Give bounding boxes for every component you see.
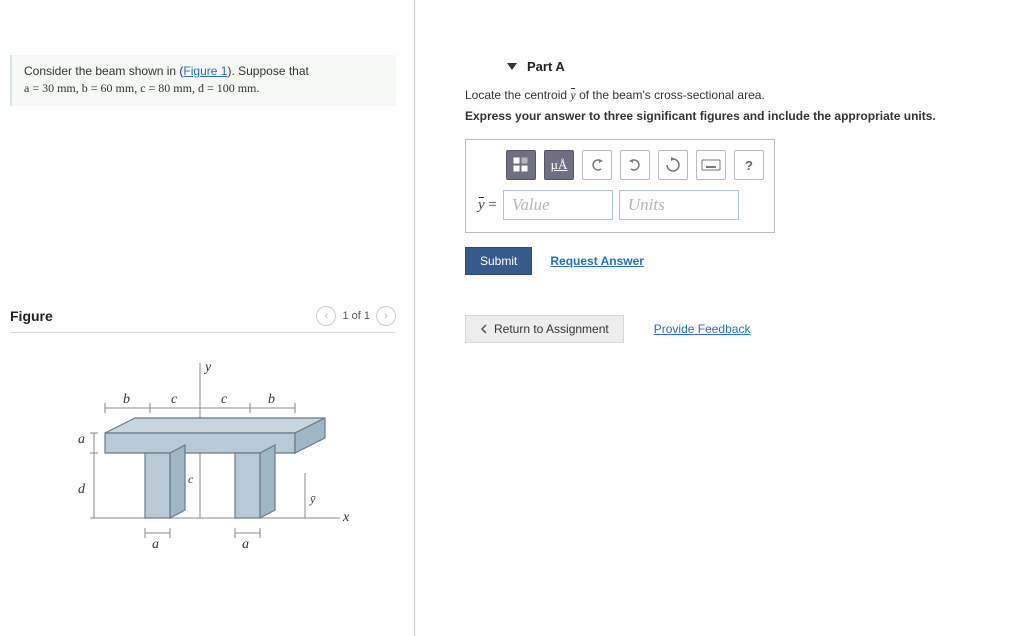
help-button[interactable]: ? (734, 150, 764, 180)
dim-a-flange: a (78, 432, 85, 447)
template-icon (512, 156, 530, 174)
collapse-icon[interactable] (507, 63, 517, 70)
figure-prev-button[interactable]: ‹ (316, 306, 336, 326)
figure-link[interactable]: Figure 1 (183, 64, 227, 78)
keyboard-icon (701, 158, 721, 172)
problem-prefix: Consider the beam shown in ( (24, 64, 183, 78)
undo-icon (589, 158, 605, 172)
submit-button[interactable]: Submit (465, 247, 532, 275)
keyboard-button[interactable] (696, 150, 726, 180)
locate-instruction: Locate the centroid y of the beam's cros… (465, 88, 1014, 103)
reset-icon (665, 157, 681, 173)
dim-c-center: c (188, 472, 194, 486)
provide-feedback-link[interactable]: Provide Feedback (654, 322, 751, 336)
request-answer-link[interactable]: Request Answer (550, 254, 644, 268)
chevron-left-icon (480, 324, 488, 334)
return-to-assignment-button[interactable]: Return to Assignment (465, 315, 624, 343)
dim-a-web-left: a (152, 537, 159, 552)
redo-button[interactable] (620, 150, 650, 180)
problem-params: a = 30 mm, b = 60 mm, c = 80 mm, d = 100… (24, 81, 259, 95)
dim-d: d (78, 482, 86, 497)
units-symbol-button[interactable]: µÅ (544, 150, 574, 180)
figure-title: Figure (10, 308, 53, 324)
units-input[interactable]: Units (619, 190, 739, 220)
dim-b-right: b (268, 392, 275, 407)
dim-c-left: c (171, 392, 178, 407)
part-a-header: Part A (527, 59, 565, 74)
problem-suffix: ). Suppose that (227, 64, 308, 78)
axis-x-label: x (342, 510, 350, 525)
figure-next-button[interactable]: › (376, 306, 396, 326)
figure-pager: 1 of 1 (342, 310, 370, 322)
dim-b-left: b (123, 392, 130, 407)
redo-icon (627, 158, 643, 172)
axis-y-label: y (203, 360, 212, 375)
value-input[interactable]: Value (503, 190, 613, 220)
figure-image: y x b c c b (10, 333, 396, 576)
dim-a-web-right: a (242, 537, 249, 552)
template-button[interactable] (506, 150, 536, 180)
reset-button[interactable] (658, 150, 688, 180)
equation-label: y = (478, 197, 497, 214)
undo-button[interactable] (582, 150, 612, 180)
problem-statement: Consider the beam shown in (Figure 1). S… (10, 55, 396, 106)
express-instruction: Express your answer to three significant… (465, 109, 1014, 123)
dim-c-right: c (221, 392, 228, 407)
dim-ybar: ȳ (309, 492, 316, 506)
answer-box: µÅ (465, 139, 775, 233)
